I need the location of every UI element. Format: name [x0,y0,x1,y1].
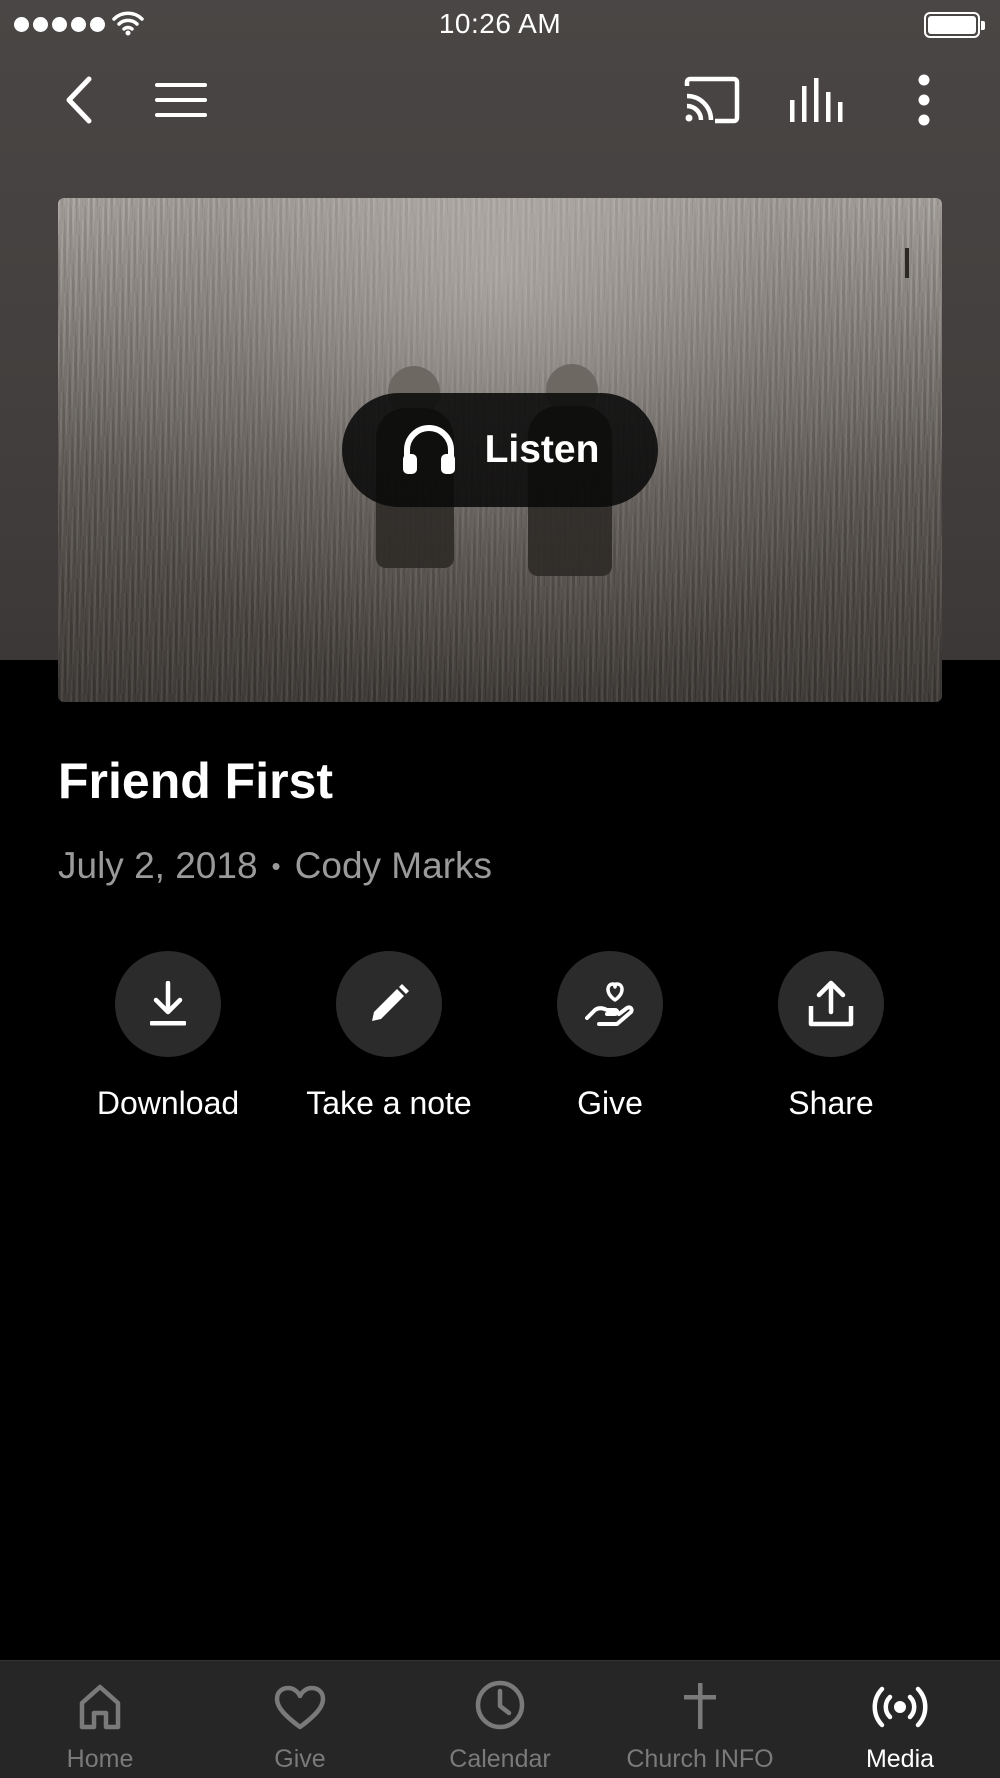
sermon-meta: July 2, 2018 • Cody Marks [58,845,492,887]
more-options-button[interactable] [900,70,948,130]
chevron-left-icon [66,76,92,124]
tab-calendar-label: Calendar [449,1745,551,1773]
download-circle [115,951,221,1057]
listen-label: Listen [484,428,600,471]
share-icon [808,980,854,1027]
tab-church-info-label: Church INFO [626,1745,774,1773]
take-note-button[interactable]: Take a note [279,951,499,1122]
status-bar: 10:26 AM [0,0,1000,50]
tab-media-label: Media [865,1745,935,1773]
tab-bar: Home Give Calendar Church INFO Media [0,1660,1000,1778]
back-button[interactable] [48,70,108,130]
sermon-speaker: Cody Marks [294,845,493,886]
meta-separator: • [271,850,281,881]
tab-home[interactable]: Home [0,1661,200,1778]
more-vertical-icon [918,74,930,126]
sermon-title: Friend First [58,753,334,809]
tab-home-label: Home [66,1745,134,1773]
give-label: Give [577,1085,643,1121]
cast-icon [684,76,740,124]
sermon-date: July 2, 2018 [58,845,258,886]
home-icon [79,1684,121,1730]
tab-give-label: Give [274,1745,326,1773]
take-note-circle [336,951,442,1057]
share-button[interactable]: Share [721,951,941,1122]
clock-icon [475,1680,525,1730]
take-note-label: Take a note [306,1085,472,1121]
share-circle [778,951,884,1057]
broadcast-icon [872,1686,928,1728]
give-button[interactable]: Give [500,951,720,1122]
battery-icon [924,12,985,38]
heart-icon [274,1685,326,1730]
pencil-icon [372,984,409,1021]
field-post [905,248,909,278]
download-icon [150,981,186,1026]
cast-button[interactable] [680,70,744,130]
audio-levels-button[interactable] [786,70,848,130]
menu-button[interactable] [150,70,212,130]
download-label: Download [96,1085,240,1121]
tab-calendar[interactable]: Calendar [400,1661,600,1778]
equalizer-icon [790,78,843,122]
tab-give[interactable]: Give [200,1661,400,1778]
give-circle [557,951,663,1057]
tab-church-info[interactable]: Church INFO [600,1661,800,1778]
heart-hand-icon [585,982,634,1026]
cross-icon [684,1683,716,1729]
hamburger-menu-icon [155,83,207,117]
download-button[interactable]: Download [58,951,278,1122]
headphones-icon [402,425,455,474]
status-time: 10:26 AM [438,8,562,39]
share-label: Share [788,1085,874,1121]
tab-media[interactable]: Media [800,1661,1000,1778]
listen-button[interactable]: Listen [342,393,658,507]
